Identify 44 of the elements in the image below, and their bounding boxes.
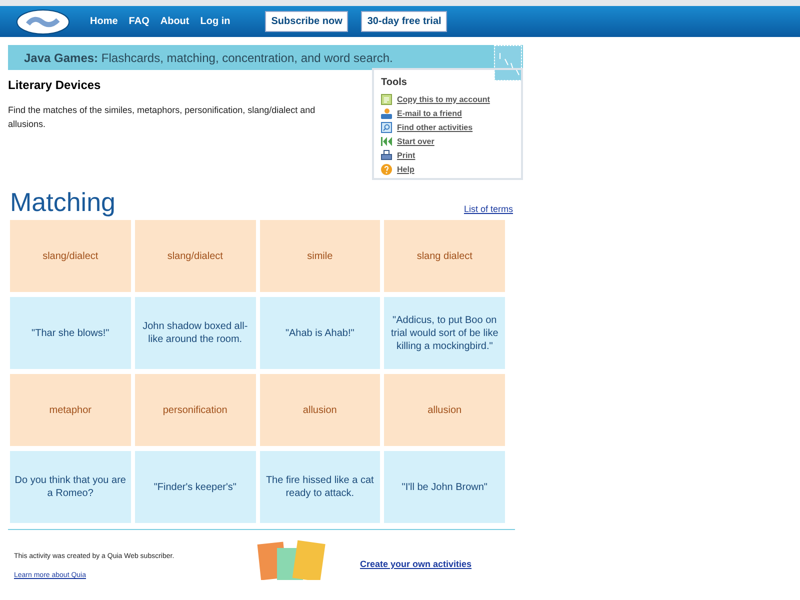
rewind-icon — [381, 136, 392, 147]
definition-card[interactable]: "Thar she blows!" — [10, 297, 131, 369]
create-activities-link[interactable]: Create your own activities — [360, 558, 472, 572]
term-card[interactable]: simile — [260, 220, 380, 292]
term-card[interactable]: allusion — [260, 374, 380, 446]
nav-link[interactable]: Log in — [200, 14, 230, 29]
help-icon — [381, 164, 392, 175]
tool-link[interactable]: E-mail to a friend — [397, 108, 462, 120]
java-badge-icon — [494, 45, 522, 81]
tool-link[interactable]: Copy this to my account — [397, 94, 490, 106]
nav-link[interactable]: Home — [90, 14, 118, 29]
activity-title: Literary Devices — [8, 77, 102, 94]
definition-card[interactable]: Do you think that you are a Romeo? — [10, 451, 131, 523]
definition-card[interactable]: "I'll be John Brown" — [384, 451, 505, 523]
quia-logo — [16, 8, 72, 36]
printer-icon — [381, 150, 392, 161]
definition-card[interactable]: "Addicus, to put Boo on trial would sort of be like killing a mockingbird." — [384, 297, 505, 369]
tool-link[interactable]: Print — [397, 150, 416, 162]
definition-card[interactable]: "Ahab is Ahab!" — [260, 297, 380, 369]
definition-card[interactable]: The fire hissed like a cat ready to attack. — [260, 451, 380, 523]
term-card[interactable]: allusion — [384, 374, 505, 446]
definition-card[interactable]: John shadow boxed all-like around the room. — [134, 297, 256, 369]
person-icon — [381, 108, 392, 119]
term-card[interactable]: slang/dialect — [134, 220, 256, 292]
term-card[interactable]: slang/dialect — [10, 220, 131, 292]
tool-link[interactable]: Help — [397, 164, 414, 176]
list-of-terms-link[interactable]: List of terms — [464, 202, 513, 216]
activity-description: Find the matches of the similes, metaphors, personification, slang/dialect and allusions. — [8, 104, 316, 131]
tools-title: Tools — [381, 76, 408, 90]
nav-button[interactable]: Subscribe now — [265, 11, 348, 32]
nav-link[interactable]: About — [160, 14, 190, 29]
tool-link[interactable]: Start over — [397, 136, 434, 148]
nav-button[interactable]: 30-day free trial — [361, 11, 448, 32]
document-icon — [381, 94, 392, 105]
nav-link[interactable]: FAQ — [128, 14, 150, 29]
search-icon — [381, 122, 392, 133]
term-card[interactable]: slang dialect — [384, 220, 505, 292]
tool-link[interactable]: Find other activities — [397, 122, 473, 134]
banner-text: Java Games: Flashcards, matching, concentration, and word search. — [23, 50, 393, 66]
term-card[interactable]: metaphor — [10, 374, 131, 446]
definition-card[interactable]: "Finder's keeper's" — [134, 451, 256, 523]
activity-cards-drawing — [257, 540, 327, 580]
matching-title: Matching — [9, 187, 116, 217]
term-card[interactable]: personification — [134, 374, 256, 446]
